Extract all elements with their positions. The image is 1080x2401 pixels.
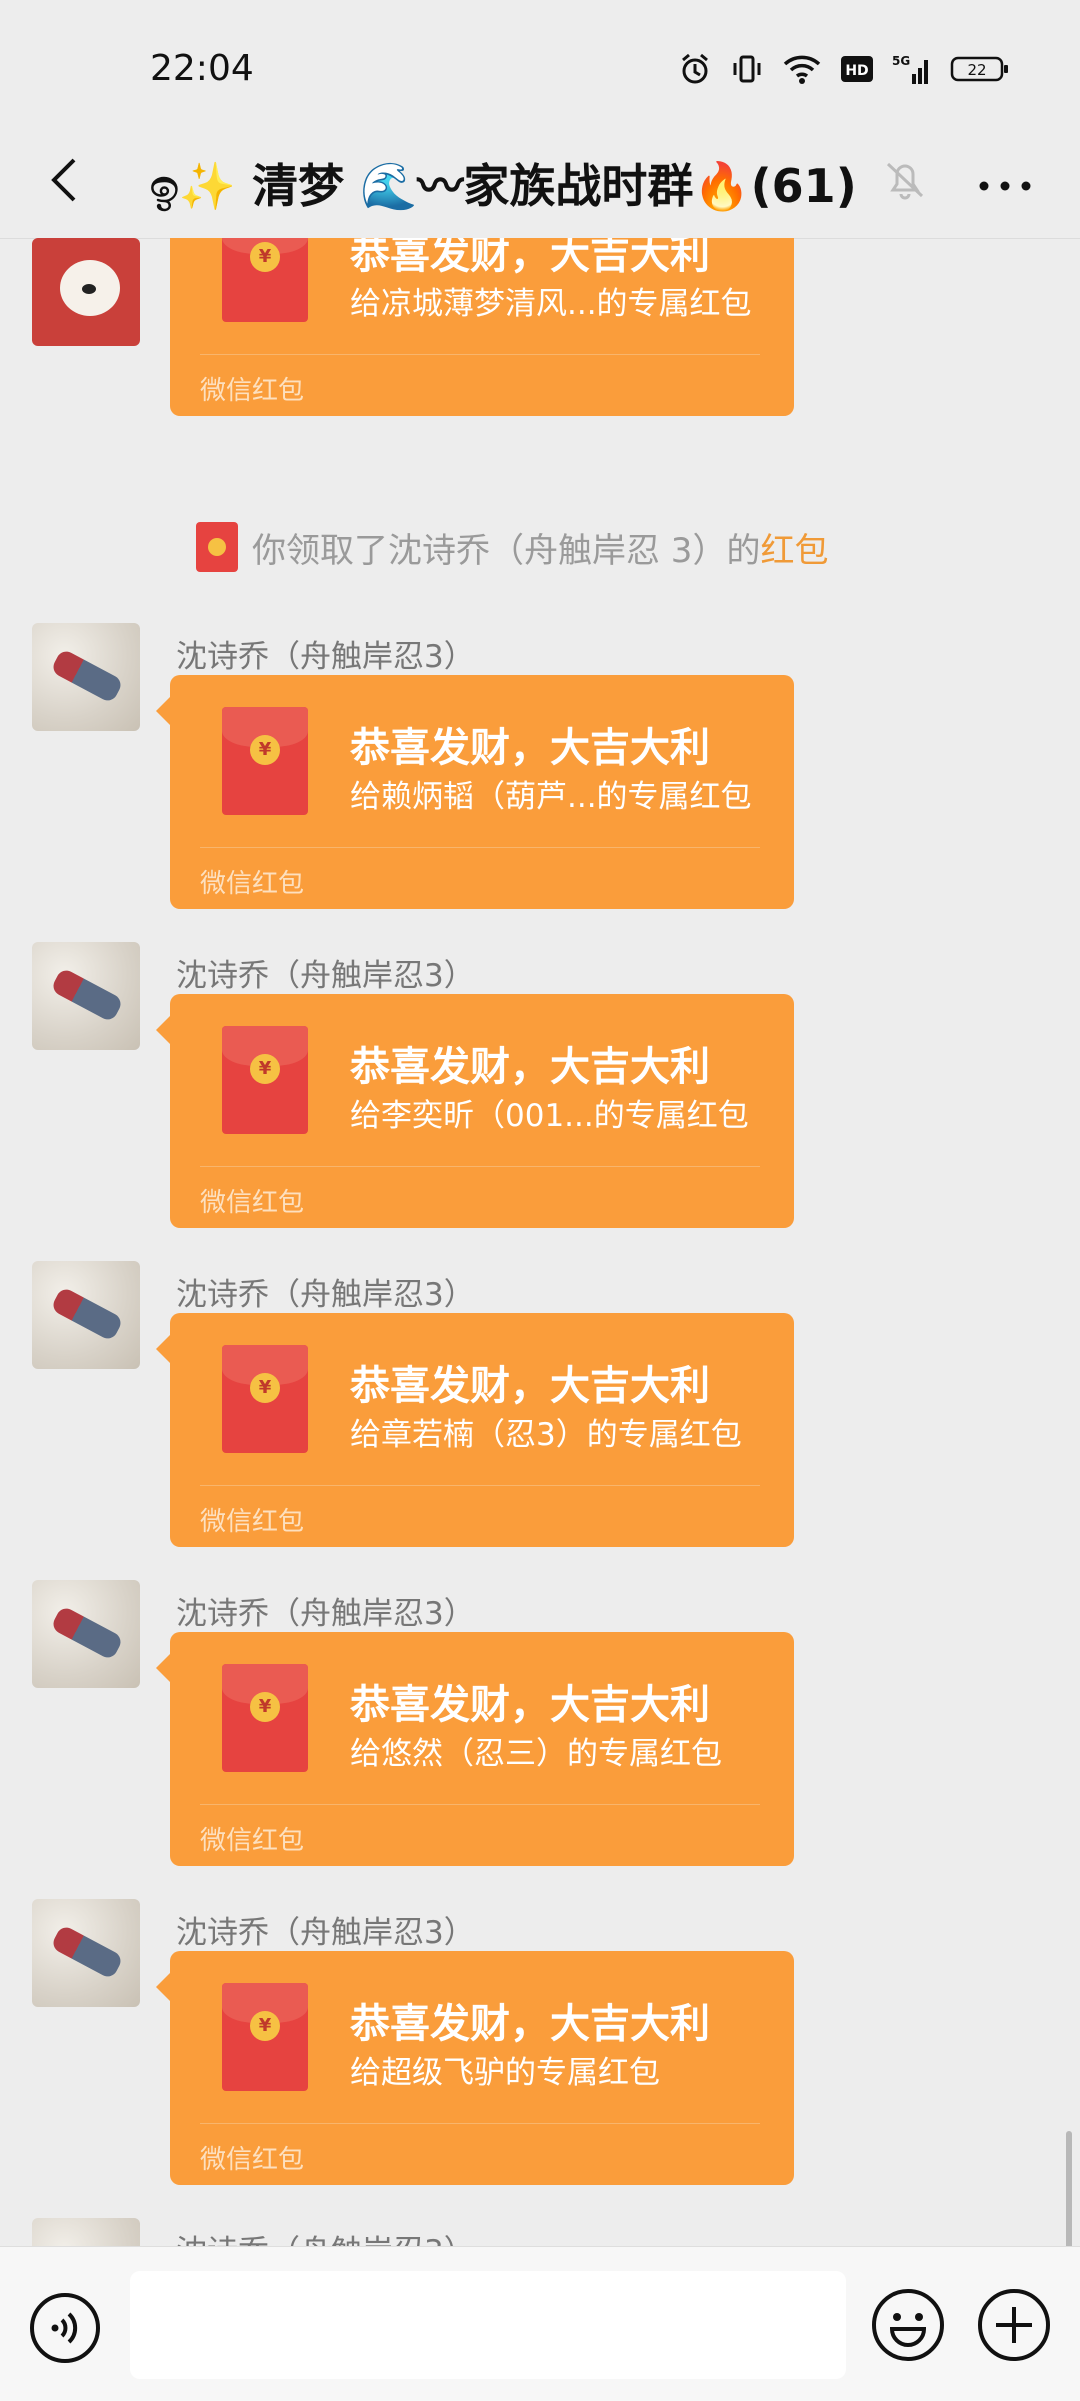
card-divider xyxy=(200,2123,760,2124)
red-packet-footer: 微信红包 xyxy=(200,376,305,406)
red-packet-title: 恭喜发财，大吉大利 xyxy=(350,1044,710,1090)
status-bar: 22:04 HD 5G 22 xyxy=(0,0,1080,130)
plus-icon[interactable] xyxy=(976,2287,1052,2363)
red-packet-title: 恭喜发财，大吉大利 xyxy=(350,2001,710,2047)
message-input[interactable] xyxy=(130,2271,846,2379)
avatar[interactable] xyxy=(32,1580,140,1688)
input-bar xyxy=(0,2246,1080,2401)
more-icon[interactable] xyxy=(970,152,1040,212)
avatar[interactable] xyxy=(32,1261,140,1369)
card-divider xyxy=(200,847,760,848)
signal-icon: 5G xyxy=(892,54,928,84)
card-divider xyxy=(200,1485,760,1486)
red-packet-footer: 微信红包 xyxy=(200,1507,305,1537)
red-packet-footer: 微信红包 xyxy=(200,2145,305,2175)
sender-name: 沈诗乔（舟触岸忍3） xyxy=(176,1915,475,1951)
svg-text:5G: 5G xyxy=(892,54,910,68)
red-packet-recipient: 给凉城薄梦清风...的专属红包 xyxy=(350,286,752,322)
system-message-text: 你领取了沈诗乔（舟触岸忍 3）的 xyxy=(252,530,761,571)
red-packet-footer: 微信红包 xyxy=(200,1826,305,1856)
sender-name: 沈诗乔（舟触岸忍3） xyxy=(176,1277,475,1313)
chat-title[interactable]: ඉ✨ 清梦 🌊〰家族战时群🔥(61) xyxy=(150,150,857,216)
red-packet-card[interactable]: ¥ 恭喜发财，大吉大利 给凉城薄梦清风...的专属红包 微信红包 xyxy=(170,238,794,416)
scrollbar[interactable] xyxy=(1066,2131,1072,2246)
sender-name: 沈诗乔（舟触岸忍3） xyxy=(176,1596,475,1632)
mute-icon xyxy=(886,162,924,200)
red-packet-link[interactable]: 红包 xyxy=(760,523,828,572)
red-packet-card[interactable]: ¥ 恭喜发财，大吉大利 给章若楠（忍3）的专属红包 微信红包 xyxy=(156,1313,794,1547)
red-packet-card[interactable]: ¥ 恭喜发财，大吉大利 给超级飞驴的专属红包 微信红包 xyxy=(156,1951,794,2185)
red-packet-footer: 微信红包 xyxy=(200,1188,305,1218)
voice-icon[interactable] xyxy=(28,2291,102,2365)
system-message: 你领取了沈诗乔（舟触岸忍 3）的 红包 xyxy=(196,522,828,572)
red-envelope-icon: ¥ xyxy=(222,238,308,322)
red-packet-card[interactable]: ¥ 恭喜发财，大吉大利 给赖炳韬（葫芦...的专属红包 微信红包 xyxy=(156,675,794,909)
red-envelope-icon: ¥ xyxy=(222,1345,308,1453)
avatar[interactable] xyxy=(32,1899,140,2007)
red-packet-title: 恭喜发财，大吉大利 xyxy=(350,725,710,771)
red-envelope-icon: ¥ xyxy=(222,1983,308,2091)
svg-text:HD: HD xyxy=(845,63,868,79)
red-packet-footer: 微信红包 xyxy=(200,869,305,899)
red-packet-recipient: 给悠然（忍三）的专属红包 xyxy=(350,1736,722,1772)
sender-name: 沈诗乔（舟触岸忍3） xyxy=(176,2226,475,2246)
battery-icon: 22 xyxy=(950,56,1008,82)
battery-level: 22 xyxy=(967,61,986,79)
status-icons: HD 5G 22 xyxy=(678,52,1010,86)
avatar[interactable] xyxy=(32,238,140,346)
red-packet-title: 恭喜发财，大吉大利 xyxy=(350,1363,710,1409)
red-packet-recipient: 给超级飞驴的专属红包 xyxy=(350,2055,660,2091)
back-icon[interactable] xyxy=(30,144,102,216)
card-divider xyxy=(200,354,760,355)
red-envelope-icon: ¥ xyxy=(222,707,308,815)
red-packet-title: 恭喜发财，大吉大利 xyxy=(350,238,710,278)
avatar[interactable] xyxy=(32,2218,140,2246)
emoji-icon[interactable] xyxy=(870,2287,946,2363)
card-divider xyxy=(200,1804,760,1805)
red-packet-recipient: 给赖炳韬（葫芦...的专属红包 xyxy=(350,779,752,815)
avatar[interactable] xyxy=(32,942,140,1050)
red-packet-title: 恭喜发财，大吉大利 xyxy=(350,1682,710,1728)
card-divider xyxy=(200,1166,760,1167)
red-envelope-icon: ¥ xyxy=(222,1664,308,1772)
red-envelope-icon: ¥ xyxy=(222,1026,308,1134)
status-time: 22:04 xyxy=(150,48,254,89)
avatar[interactable] xyxy=(32,623,140,731)
red-envelope-icon xyxy=(196,522,238,572)
hd-icon: HD xyxy=(841,56,873,82)
alarm-icon xyxy=(682,53,708,84)
red-packet-recipient: 给章若楠（忍3）的专属红包 xyxy=(350,1417,742,1453)
sender-name: 沈诗乔（舟触岸忍3） xyxy=(176,958,475,994)
sender-name: 沈诗乔（舟触岸忍3） xyxy=(176,639,475,675)
red-packet-card[interactable]: ¥ 恭喜发财，大吉大利 给李奕昕（001...的专属红包 微信红包 xyxy=(156,994,794,1228)
wifi-icon xyxy=(783,55,821,84)
chat-header: ඉ✨ 清梦 🌊〰家族战时群🔥(61) xyxy=(0,130,1080,239)
chat-message-list[interactable]: ¥ 恭喜发财，大吉大利 给凉城薄梦清风...的专属红包 微信红包 你领取了沈诗乔… xyxy=(0,238,1080,2246)
vibrate-icon xyxy=(733,55,761,83)
red-packet-card[interactable]: ¥ 恭喜发财，大吉大利 给悠然（忍三）的专属红包 微信红包 xyxy=(156,1632,794,1866)
red-packet-recipient: 给李奕昕（001...的专属红包 xyxy=(350,1098,749,1134)
